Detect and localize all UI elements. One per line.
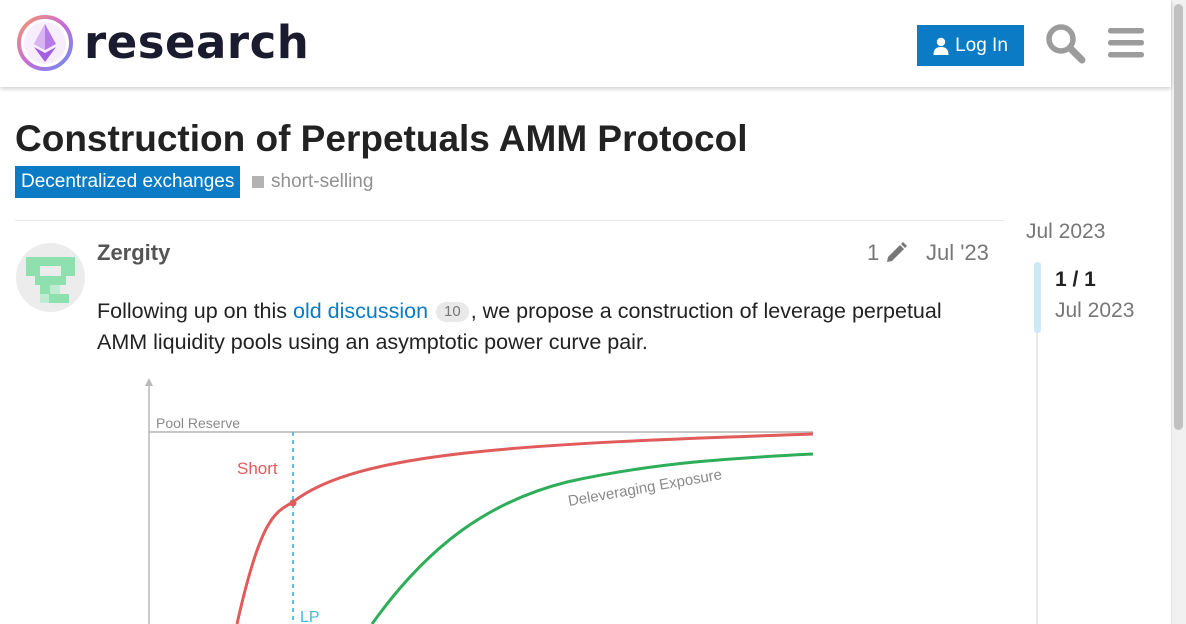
site-header: research Log In xyxy=(0,0,1171,87)
site-brand[interactable]: research xyxy=(84,14,309,72)
power-curve-image[interactable]: Pool Reserve Short Deleveraging Exposure… xyxy=(97,372,813,624)
login-label: Log In xyxy=(955,34,1008,56)
login-button[interactable]: Log In xyxy=(917,25,1024,66)
topic-divider xyxy=(15,220,1004,221)
menu-icon[interactable] xyxy=(1106,22,1148,64)
topic-title[interactable]: Construction of Perpetuals AMM Protocol xyxy=(15,118,747,160)
link-click-count: 10 xyxy=(436,302,469,322)
category-badge[interactable]: Decentralized exchanges xyxy=(15,166,241,198)
post-text-before: Following up on this xyxy=(97,299,293,323)
timeline-current-date: Jul 2023 xyxy=(1055,299,1135,322)
timeline-top-date[interactable]: Jul 2023 xyxy=(1026,220,1105,244)
logo-icon[interactable] xyxy=(16,14,74,72)
short-curve xyxy=(235,432,813,624)
short-label: Short xyxy=(237,459,278,478)
deleveraging-curve xyxy=(370,452,813,624)
deleveraging-label: Deleveraging Exposure xyxy=(567,466,724,510)
y-axis-arrow xyxy=(145,378,153,386)
pool-reserve-label: Pool Reserve xyxy=(156,415,240,431)
tag-label: short-selling xyxy=(271,171,374,192)
timeline-handle[interactable] xyxy=(1034,262,1041,333)
tag-square-icon xyxy=(252,176,264,188)
avatar[interactable] xyxy=(16,243,85,312)
short-curve-point xyxy=(289,499,297,507)
pencil-icon xyxy=(887,242,908,262)
post-date[interactable]: Jul '23 xyxy=(926,240,989,266)
edit-count: 1 xyxy=(867,240,880,265)
search-icon[interactable] xyxy=(1044,22,1086,64)
timeline-position: 1 / 1 xyxy=(1055,268,1096,291)
old-discussion-link[interactable]: old discussion xyxy=(293,299,428,323)
topic-tag[interactable]: short-selling xyxy=(252,170,373,194)
edit-history[interactable]: 1 xyxy=(867,240,908,266)
post-body: Following up on this old discussion 10, … xyxy=(97,296,977,358)
lp-label: LP xyxy=(300,609,320,624)
page-scrollbar[interactable] xyxy=(1171,0,1186,624)
post-username[interactable]: Zergity xyxy=(97,240,170,266)
scrollbar-thumb[interactable] xyxy=(1174,4,1183,430)
user-icon xyxy=(933,37,949,55)
